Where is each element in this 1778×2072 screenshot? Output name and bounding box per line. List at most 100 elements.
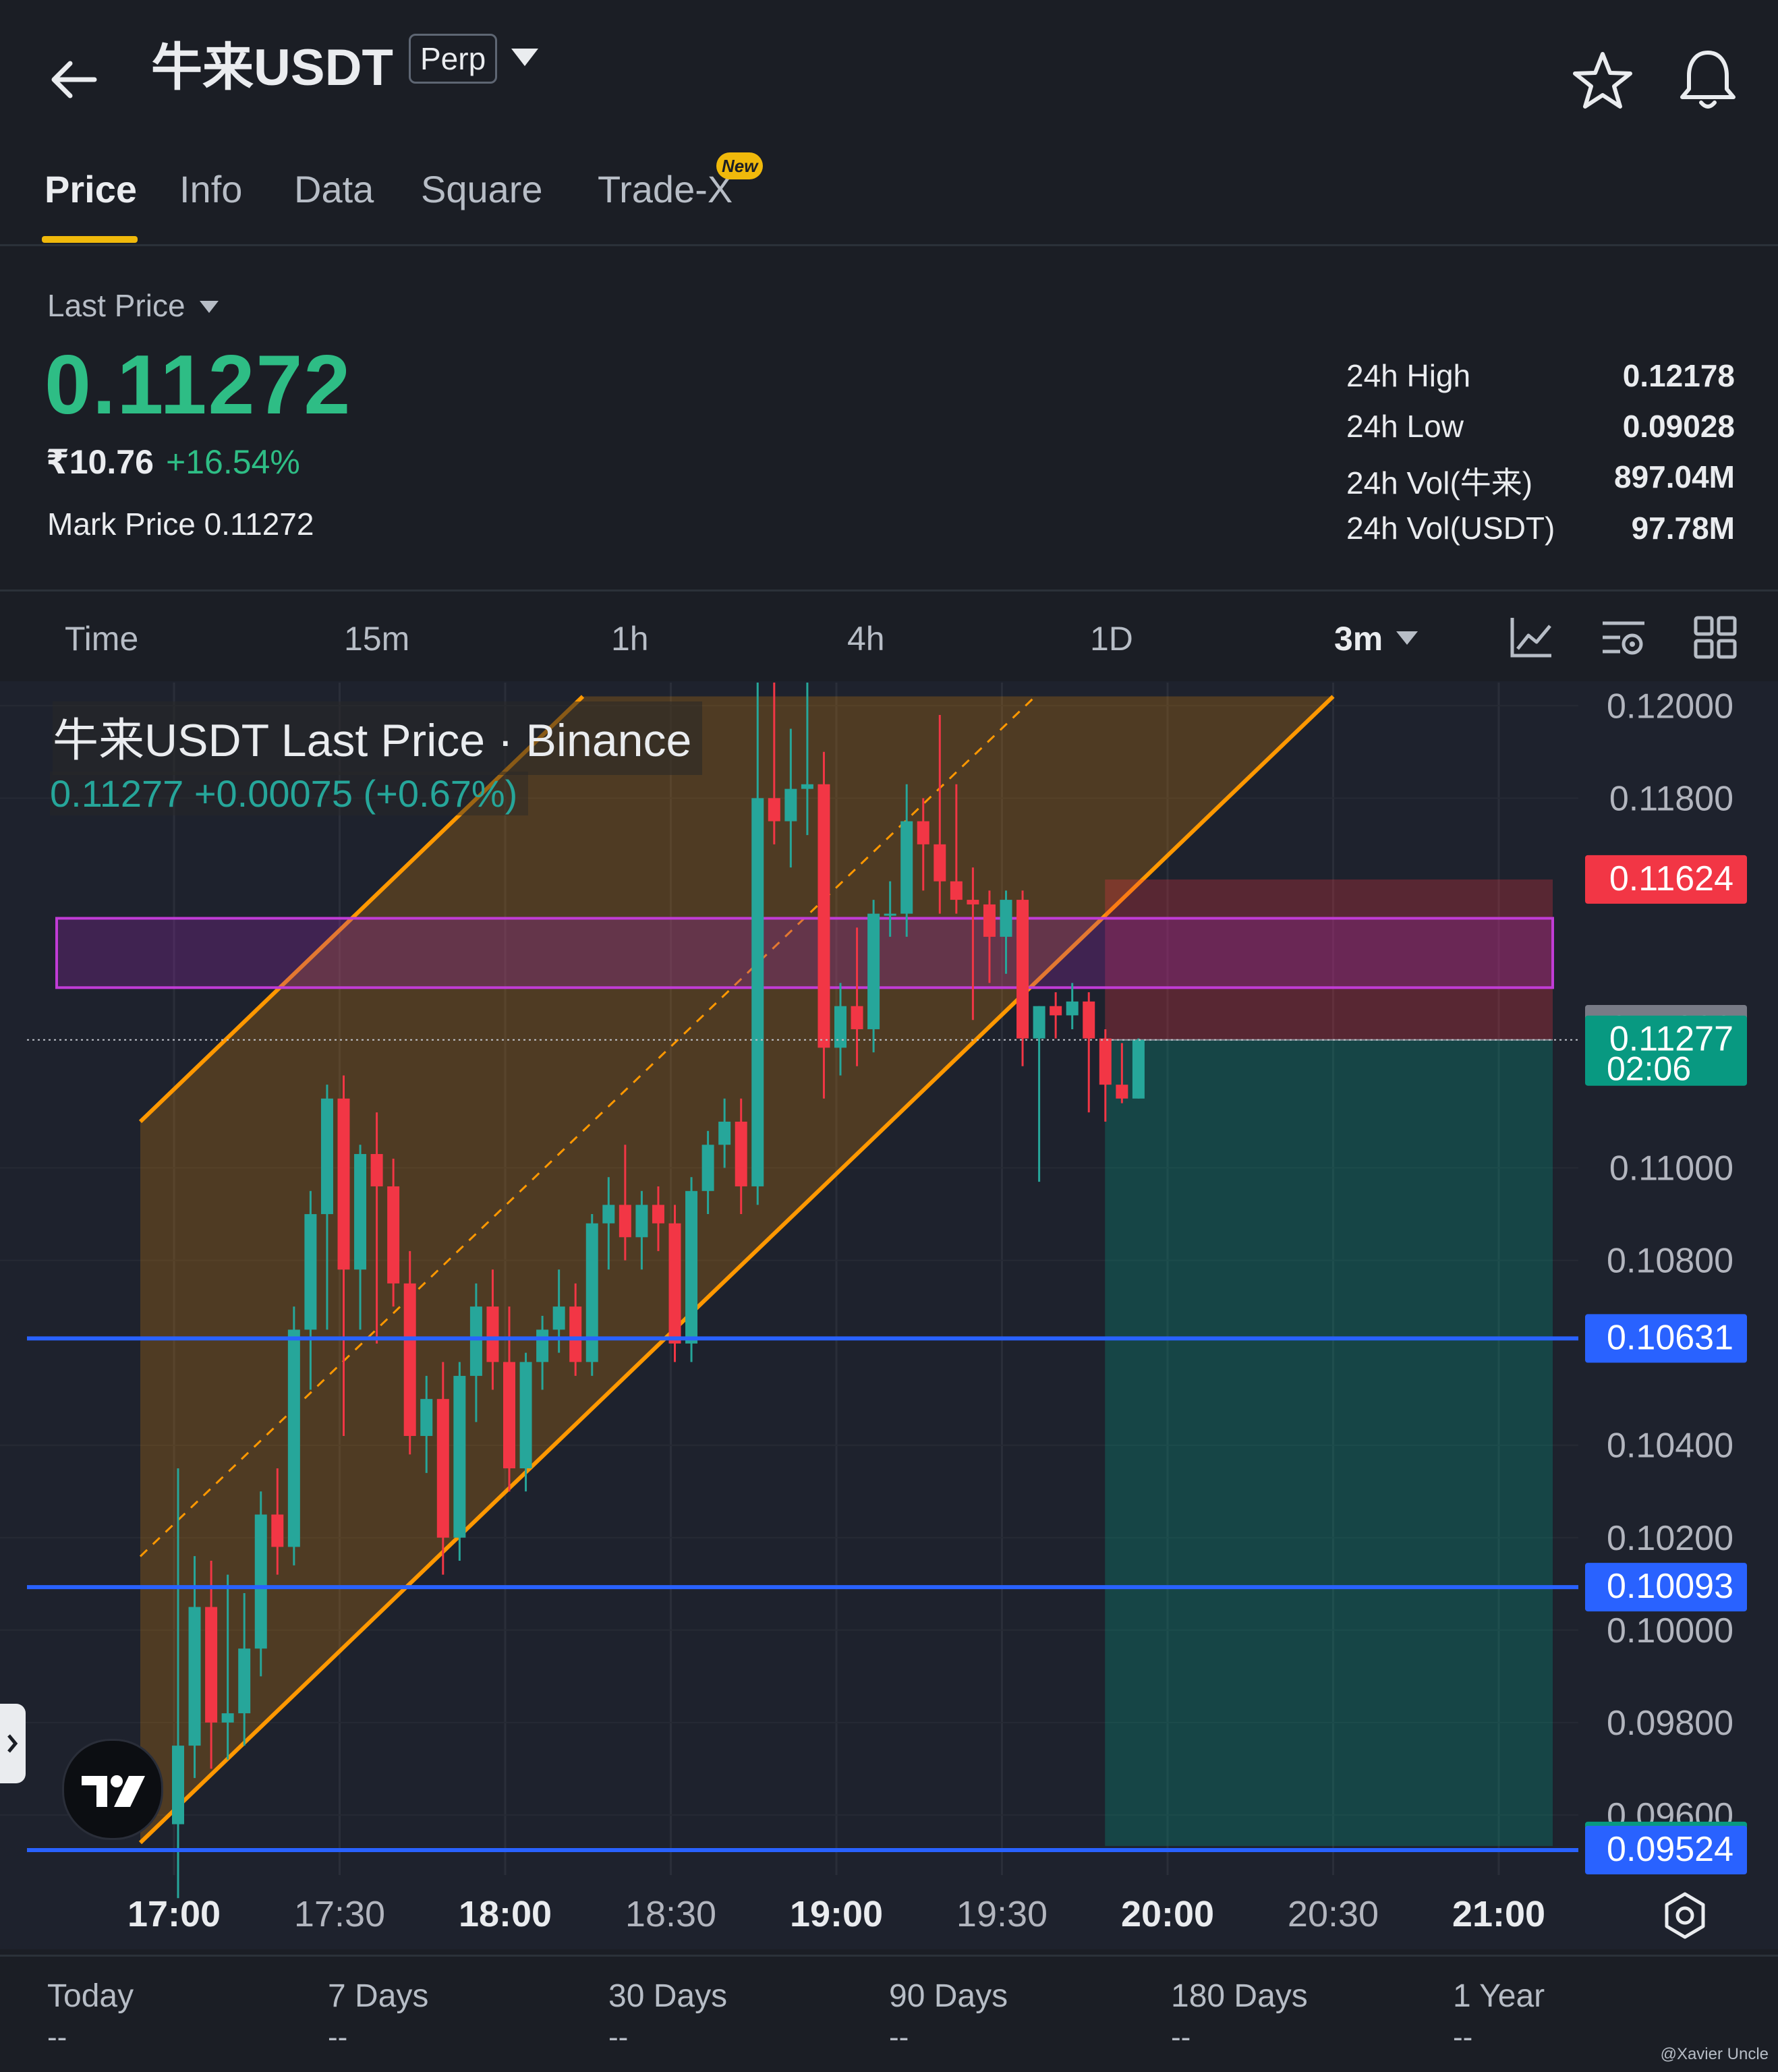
candle-body xyxy=(1000,900,1012,937)
back-arrow-icon[interactable] xyxy=(47,53,101,107)
candle-body xyxy=(1066,1001,1079,1016)
candle-body xyxy=(403,1283,416,1436)
candle-body xyxy=(287,1329,300,1547)
dropdown-caret-icon[interactable] xyxy=(511,49,538,66)
stat-value-vol-usdt: 97.78M xyxy=(1631,511,1735,546)
y-tick-label: 0.10000 xyxy=(1607,1611,1733,1650)
tab-trade-x[interactable]: Trade-X xyxy=(598,167,733,211)
symbol-title[interactable]: 牛来USDT xyxy=(151,26,393,100)
tab-square[interactable]: Square xyxy=(421,167,543,211)
candle-body xyxy=(1050,1006,1062,1016)
candle-body xyxy=(768,798,780,822)
interval-caret-icon[interactable] xyxy=(1396,631,1418,645)
resistance-zone xyxy=(55,917,1554,989)
perf-label-180d: 180 Days xyxy=(1171,1978,1308,2014)
candle-body xyxy=(354,1153,367,1270)
bell-icon[interactable] xyxy=(1675,46,1740,113)
y-tick-label: 0.12000 xyxy=(1607,687,1733,726)
price-change-pct: +16.54% xyxy=(166,443,300,481)
y-tick-label: 0.10200 xyxy=(1607,1519,1733,1558)
price-tag-label: 0.11624 xyxy=(1609,859,1733,898)
x-tick-label: 20:30 xyxy=(1288,1894,1379,1934)
candle-body xyxy=(436,1399,449,1538)
y-tick-label: 0.10800 xyxy=(1607,1242,1733,1281)
y-tick-label: 0.10400 xyxy=(1607,1427,1733,1466)
price-type-selector[interactable]: Last Price xyxy=(47,287,185,324)
candle-body xyxy=(917,821,929,844)
candle-body xyxy=(320,1098,333,1215)
candle-body xyxy=(254,1514,267,1649)
price-type-caret-icon[interactable] xyxy=(200,301,219,313)
contract-badge: Perp xyxy=(409,34,498,84)
chart-settings-icon[interactable] xyxy=(1600,614,1647,661)
tab-price[interactable]: Price xyxy=(45,167,137,211)
indicator-icon[interactable] xyxy=(1508,614,1555,661)
y-tick-label: 0.11000 xyxy=(1609,1149,1733,1188)
candle-body xyxy=(1099,1038,1112,1085)
side-panel-toggle[interactable] xyxy=(0,1704,26,1783)
perf-label-90d: 90 Days xyxy=(889,1978,1008,2014)
candle-body xyxy=(983,904,996,937)
tradingview-logo-icon[interactable] xyxy=(62,1739,163,1840)
candle-body xyxy=(519,1362,532,1468)
chart-gear-icon[interactable] xyxy=(1659,1890,1711,1941)
candle-body xyxy=(536,1329,549,1362)
stat-value-low: 0.09028 xyxy=(1622,409,1735,444)
candle-body xyxy=(900,821,913,914)
candle-body xyxy=(834,1006,847,1048)
candle-body xyxy=(818,784,830,1048)
candle-body xyxy=(884,913,896,916)
interval-1h[interactable]: 1h xyxy=(611,619,649,658)
interval-4h[interactable]: 4h xyxy=(847,619,885,658)
candle-body xyxy=(784,788,797,822)
price-chart[interactable]: 0.12000 0.11800 0.11000 0.10800 0.10400 0.102… xyxy=(0,681,1778,1949)
tab-data[interactable]: Data xyxy=(294,167,374,211)
perf-label-1y: 1 Year xyxy=(1453,1978,1545,2014)
price-tag-label: 0.10631 xyxy=(1607,1318,1733,1357)
candle-body xyxy=(685,1190,698,1344)
candle-body xyxy=(503,1362,515,1468)
candle-body xyxy=(271,1514,284,1547)
price-tag-countdown: 02:06 xyxy=(1607,1050,1691,1088)
candle-body xyxy=(851,1006,863,1029)
perf-label-30d: 30 Days xyxy=(608,1978,728,2014)
candle-body xyxy=(751,798,764,1186)
x-tick-label: 18:00 xyxy=(459,1894,552,1934)
candle-body xyxy=(1033,1006,1045,1039)
mark-price: Mark Price 0.11272 xyxy=(47,507,314,542)
interval-3m[interactable]: 3m xyxy=(1334,619,1383,658)
candle-body xyxy=(585,1223,598,1362)
interval-1d[interactable]: 1D xyxy=(1090,619,1133,658)
watermark: @Xavier Uncle xyxy=(1660,2045,1769,2063)
stat-value-vol-base: 897.04M xyxy=(1613,459,1735,494)
stat-label-vol-usdt: 24h Vol(USDT) xyxy=(1346,511,1555,546)
fiat-price: ₹10.76 xyxy=(46,443,154,481)
candle-body xyxy=(188,1607,201,1746)
candle-body xyxy=(569,1306,582,1362)
perf-value-7d: -- xyxy=(328,2021,348,2054)
interval-time[interactable]: Time xyxy=(65,619,138,658)
candle-body xyxy=(934,844,946,882)
candle-body xyxy=(718,1122,731,1145)
x-tick-label: 19:00 xyxy=(790,1894,883,1934)
chart-bottom-divider xyxy=(0,1955,1778,1957)
candle-body xyxy=(967,900,979,904)
stat-label-low: 24h Low xyxy=(1346,409,1464,444)
candle-body xyxy=(238,1648,251,1714)
y-tick-label: 0.11800 xyxy=(1609,779,1733,818)
price-tag-label: 0.09524 xyxy=(1607,1830,1733,1869)
layout-grid-icon[interactable] xyxy=(1692,614,1739,661)
x-tick-label: 20:00 xyxy=(1121,1894,1214,1934)
star-icon[interactable] xyxy=(1570,49,1635,113)
x-tick-label: 17:30 xyxy=(294,1894,385,1934)
interval-15m[interactable]: 15m xyxy=(344,619,409,658)
candle-body xyxy=(1116,1085,1128,1099)
x-tick-label: 17:00 xyxy=(127,1894,221,1934)
stat-value-high: 0.12178 xyxy=(1622,358,1735,393)
x-tick-label: 18:30 xyxy=(625,1894,716,1934)
tab-info[interactable]: Info xyxy=(179,167,242,211)
candle-body xyxy=(387,1186,400,1284)
candle-body xyxy=(867,913,880,1029)
candle-body xyxy=(370,1153,383,1186)
candle-body xyxy=(1132,1039,1145,1099)
